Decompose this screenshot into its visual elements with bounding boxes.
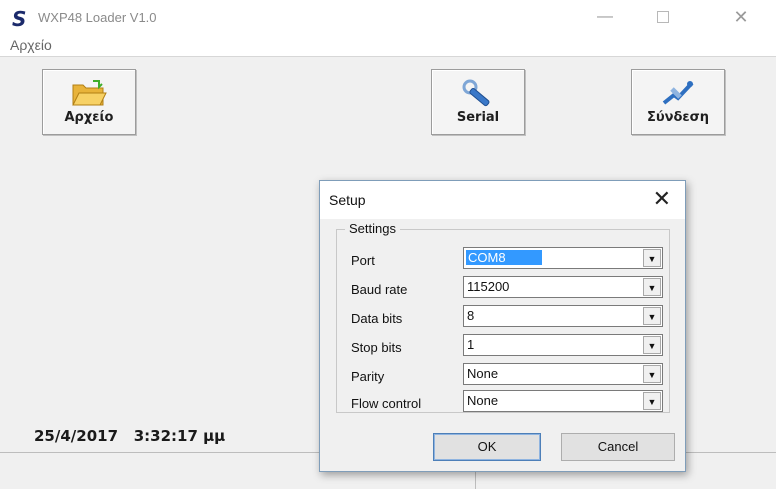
- chevron-down-icon[interactable]: ▼: [643, 307, 661, 325]
- flow-control-value: None: [467, 393, 499, 408]
- file-button[interactable]: Αρχείο: [42, 69, 136, 135]
- ok-button[interactable]: OK: [433, 433, 541, 461]
- chevron-down-icon[interactable]: ▼: [643, 365, 661, 383]
- settings-group: Settings Port COM8 ▼ Baud rate 115200 ▼ …: [336, 221, 670, 413]
- stop-bits-select[interactable]: 1 ▼: [463, 334, 663, 356]
- serial-button[interactable]: Serial: [431, 69, 525, 135]
- parity-value: None: [467, 366, 499, 381]
- maximize-button[interactable]: [640, 4, 686, 30]
- settings-group-title: Settings: [345, 221, 400, 236]
- minimize-button[interactable]: —: [582, 4, 628, 30]
- wrench-icon: [462, 79, 490, 107]
- chevron-down-icon[interactable]: ▼: [643, 249, 661, 267]
- serial-button-label: Serial: [456, 110, 500, 125]
- baud-rate-select[interactable]: 115200 ▼: [463, 276, 663, 298]
- setup-dialog: Setup ✕ Settings Port COM8 ▼ Baud rate 1…: [319, 180, 686, 472]
- chevron-down-icon[interactable]: ▼: [643, 392, 661, 410]
- chevron-down-icon[interactable]: ▼: [643, 336, 661, 354]
- baud-rate-label: Baud rate: [351, 282, 408, 297]
- flow-control-label: Flow control: [351, 396, 422, 411]
- maximize-icon: [657, 10, 669, 23]
- window-title: WXP48 Loader V1.0: [38, 10, 157, 25]
- folder-open-icon: [72, 80, 107, 106]
- dialog-title: Setup: [329, 192, 366, 208]
- title-bar: S WXP48 Loader V1.0 — ✕: [0, 0, 776, 34]
- data-bits-select[interactable]: 8 ▼: [463, 305, 663, 327]
- toolbar: Αρχείο Serial Σύνδεση: [0, 56, 776, 153]
- stop-bits-value: 1: [467, 337, 475, 352]
- connect-button-label: Σύνδεση: [646, 110, 710, 125]
- data-bits-value: 8: [467, 308, 475, 323]
- date-text: 25/4/2017: [34, 427, 119, 445]
- baud-rate-value: 115200: [467, 279, 510, 294]
- time-text: 3:32:17 μμ: [133, 427, 226, 445]
- port-label: Port: [351, 253, 375, 268]
- parity-label: Parity: [351, 369, 385, 384]
- port-value: COM8: [466, 250, 542, 265]
- connection-icon: [662, 81, 694, 105]
- datetime-display: 25/4/2017 3:32:17 μμ: [34, 427, 225, 445]
- dialog-title-bar: Setup ✕: [320, 181, 685, 219]
- chevron-down-icon[interactable]: ▼: [643, 278, 661, 296]
- data-bits-label: Data bits: [351, 311, 403, 326]
- stop-bits-label: Stop bits: [351, 340, 402, 355]
- dialog-close-button[interactable]: ✕: [653, 187, 671, 211]
- port-select[interactable]: COM8 ▼: [463, 247, 663, 269]
- file-button-label: Αρχείο: [64, 110, 114, 125]
- cancel-button[interactable]: Cancel: [561, 433, 675, 461]
- parity-select[interactable]: None ▼: [463, 363, 663, 385]
- menu-item-file[interactable]: Αρχείο: [10, 37, 52, 53]
- connect-button[interactable]: Σύνδεση: [631, 69, 725, 135]
- close-window-button[interactable]: ✕: [718, 4, 764, 30]
- app-logo: S: [12, 7, 27, 31]
- flow-control-select[interactable]: None ▼: [463, 390, 663, 412]
- menu-bar: Αρχείο: [0, 34, 776, 56]
